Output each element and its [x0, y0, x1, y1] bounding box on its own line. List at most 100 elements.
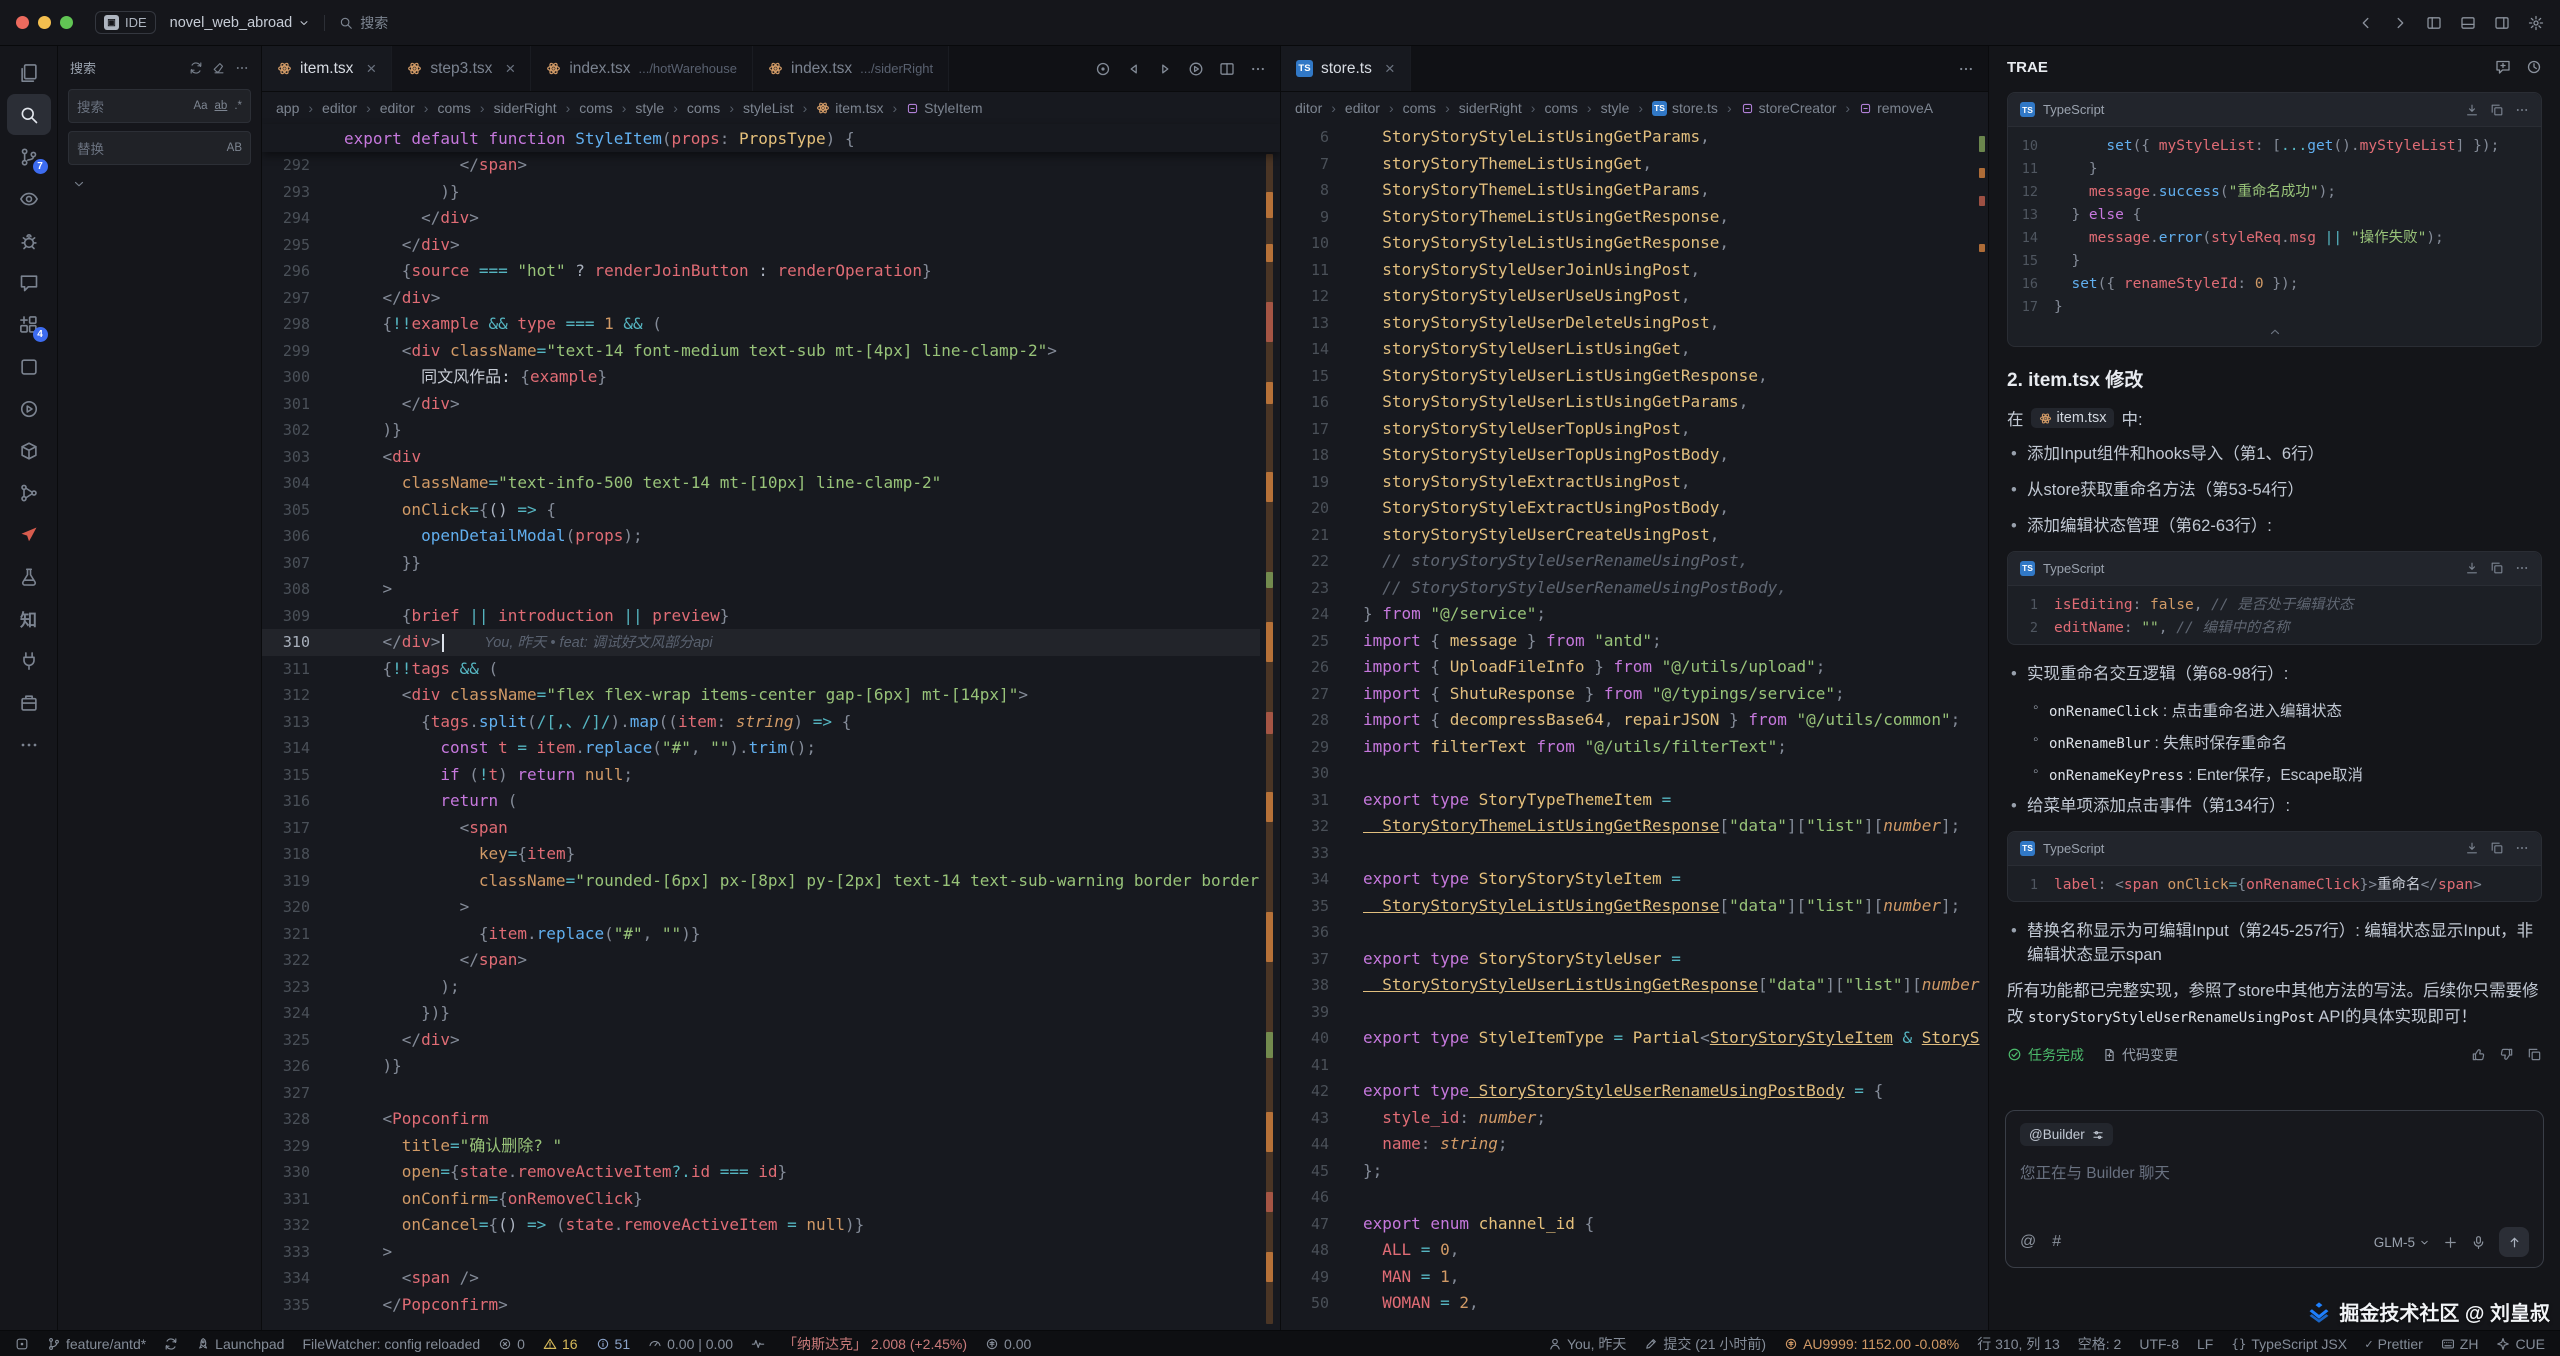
activity-git-graph[interactable] [7, 472, 51, 513]
clear-results-icon[interactable] [212, 61, 226, 75]
status-app-indicator[interactable] [6, 1331, 38, 1356]
code-line-42[interactable]: 42export type StoryStoryStyleUserRenameU… [1281, 1078, 1988, 1105]
code-line-313[interactable]: 313 {tags.split(/[,、/]/).map((item: stri… [262, 709, 1280, 736]
builder-mode-chip[interactable]: @Builder [2020, 1123, 2113, 1146]
status-input-method[interactable]: ZH [2432, 1331, 2488, 1356]
status-speed-meter[interactable]: 0.00 | 0.00 [639, 1331, 742, 1356]
code-line-27[interactable]: 27import { ShutuResponse } from "@/typin… [1281, 681, 1988, 708]
find-in-file-icon[interactable] [1095, 61, 1111, 77]
breadcrumb-item[interactable]: TSstore.ts [1652, 100, 1718, 116]
code-line-297[interactable]: 297 </div> [262, 285, 1280, 312]
whole-word-toggle[interactable]: ab [215, 100, 228, 112]
thumbs-down-icon[interactable] [2499, 1047, 2514, 1062]
code-line-332[interactable]: 332 onCancel={() => (state.removeActiveI… [262, 1212, 1280, 1239]
more-actions-icon[interactable] [235, 61, 249, 75]
code-line-16[interactable]: 16 StoryStoryStyleUserListUsingGetParams… [1281, 389, 1988, 416]
status-cue-assistant[interactable]: CUE [2487, 1331, 2554, 1356]
code-editor[interactable]: 6 StoryStoryStyleListUsingGetParams,7 st… [1281, 124, 1988, 1317]
insert-code-icon[interactable] [2465, 103, 2479, 117]
status-launchpad[interactable]: Launchpad [187, 1331, 293, 1356]
code-line-294[interactable]: 294 </div> [262, 205, 1280, 232]
activity-preview[interactable] [7, 178, 51, 219]
code-line-33[interactable]: 33 [1281, 840, 1988, 867]
code-line-46[interactable]: 46 [1281, 1184, 1988, 1211]
copy-code-icon[interactable] [2490, 561, 2504, 575]
code-line-24[interactable]: 24} from "@/service"; [1281, 601, 1988, 628]
code-line-330[interactable]: 330 open={state.removeActiveItem?.id ===… [262, 1159, 1280, 1186]
builder-chat-input[interactable]: @Builder 您正在与 Builder 聊天 @ # GLM-5 [2005, 1110, 2544, 1268]
code-line-323[interactable]: 323 ); [262, 974, 1280, 1001]
code-line-17[interactable]: 17 storyStoryStyleUserTopUsingPost, [1281, 416, 1988, 443]
status-git-branch[interactable]: feature/antd* [38, 1331, 155, 1356]
insert-code-icon[interactable] [2465, 841, 2479, 855]
code-line-45[interactable]: 45}; [1281, 1158, 1988, 1185]
search-input[interactable]: 搜索 Aa ab .* [68, 89, 251, 123]
status-encoding[interactable]: UTF-8 [2130, 1331, 2188, 1356]
code-line-6[interactable]: 6 StoryStoryStyleListUsingGetParams, [1281, 124, 1988, 151]
breadcrumb-item[interactable]: coms [1544, 100, 1577, 116]
code-line-327[interactable]: 327 [262, 1080, 1280, 1107]
code-line-34[interactable]: 34export type StoryStoryStyleItem = [1281, 866, 1988, 893]
code-changes-link[interactable]: 代码变更 [2102, 1045, 2178, 1065]
toggle-panel-button[interactable] [2460, 15, 2476, 31]
breadcrumb-item[interactable]: editor [322, 100, 357, 116]
mention-button[interactable]: @ [2020, 1233, 2036, 1251]
toggle-sidebar-button[interactable] [2426, 15, 2442, 31]
status-problems-info[interactable]: 51 [587, 1331, 640, 1356]
code-line-302[interactable]: 302 )} [262, 417, 1280, 444]
code-line-293[interactable]: 293 )} [262, 179, 1280, 206]
prev-change-icon[interactable] [1126, 61, 1142, 77]
code-line-43[interactable]: 43 style_id: number; [1281, 1105, 1988, 1132]
activity-run-view[interactable] [7, 388, 51, 429]
code-line-321[interactable]: 321 {item.replace("#", "")} [262, 921, 1280, 948]
code-line-47[interactable]: 47export enum channel_id { [1281, 1211, 1988, 1238]
code-line-30[interactable]: 30 [1281, 760, 1988, 787]
code-line-21[interactable]: 21 storyStoryStyleUserCreateUsingPost, [1281, 522, 1988, 549]
run-file-icon[interactable] [1188, 61, 1204, 77]
code-line-305[interactable]: 305 onClick={() => { [262, 497, 1280, 524]
breadcrumb-item[interactable]: coms [687, 100, 720, 116]
collapse-code-icon[interactable] [2008, 323, 2541, 346]
code-line-44[interactable]: 44 name: string; [1281, 1131, 1988, 1158]
send-button[interactable] [2499, 1227, 2529, 1257]
tab-index.tsx[interactable]: index.tsx.../hotWarehouse [531, 46, 753, 91]
code-line-334[interactable]: 334 <span /> [262, 1265, 1280, 1292]
code-line-303[interactable]: 303 <div [262, 444, 1280, 471]
close-tab-icon[interactable]: × [366, 60, 376, 77]
breadcrumb-item[interactable]: coms [437, 100, 470, 116]
activity-remote-window[interactable] [7, 346, 51, 387]
toggle-search-details-icon[interactable] [72, 177, 86, 191]
close-window-button[interactable] [16, 16, 29, 29]
tab-index.tsx[interactable]: index.tsx.../siderRight [753, 46, 949, 91]
activity-source-control[interactable]: 7 [7, 136, 51, 177]
breadcrumb-item[interactable]: removeA [1859, 100, 1933, 116]
code-line-20[interactable]: 20 StoryStoryStyleExtractUsingPostBody, [1281, 495, 1988, 522]
code-line-48[interactable]: 48 ALL = 0, [1281, 1237, 1988, 1264]
insert-code-icon[interactable] [2465, 561, 2479, 575]
code-line-29[interactable]: 29import filterText from "@/utils/filter… [1281, 734, 1988, 761]
project-switcher[interactable]: novel_web_abroad [170, 15, 311, 31]
breadcrumb-item[interactable]: storeCreator [1741, 100, 1837, 116]
code-line-315[interactable]: 315 if (!t) return null; [262, 762, 1280, 789]
code-line-23[interactable]: 23 // StoryStoryStyleUserRenameUsingPost… [1281, 575, 1988, 602]
minimap[interactable] [1260, 152, 1280, 1330]
code-line-41[interactable]: 41 [1281, 1052, 1988, 1079]
code-line-314[interactable]: 314 const t = item.replace("#", "").trim… [262, 735, 1280, 762]
activity-zhi-plugin[interactable]: 知 [7, 598, 51, 639]
breadcrumb-item[interactable]: editor [380, 100, 415, 116]
split-editor-icon[interactable] [1219, 61, 1235, 77]
code-line-25[interactable]: 25import { message } from "antd"; [1281, 628, 1988, 655]
thumbs-up-icon[interactable] [2471, 1047, 2486, 1062]
code-line-10[interactable]: 10 StoryStoryStyleListUsingGetResponse, [1281, 230, 1988, 257]
more-actions-icon[interactable] [2515, 841, 2529, 855]
activity-containers[interactable] [7, 430, 51, 471]
replace-input[interactable]: 替换 AB [68, 131, 251, 165]
status-gold-ticker[interactable]: AU9999: 1152.00 -0.08% [1775, 1331, 1968, 1356]
code-line-37[interactable]: 37export type StoryStoryStyleUser = [1281, 946, 1988, 973]
code-line-335[interactable]: 335 </Popconfirm> [262, 1292, 1280, 1319]
code-line-50[interactable]: 50 WOMAN = 2, [1281, 1290, 1988, 1317]
settings-gear-icon[interactable] [2528, 15, 2544, 31]
copy-response-icon[interactable] [2527, 1047, 2542, 1062]
breadcrumb-item[interactable]: coms [579, 100, 612, 116]
next-change-icon[interactable] [1157, 61, 1173, 77]
